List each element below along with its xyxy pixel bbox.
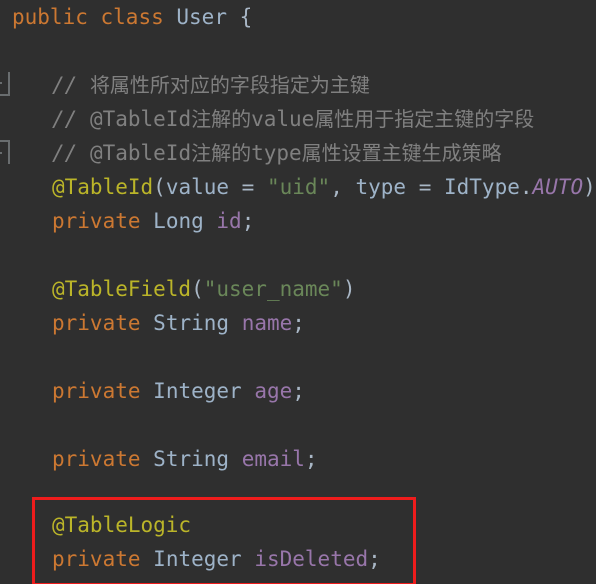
- code-line[interactable]: private Integer isDeleted;: [0, 542, 381, 576]
- code-line[interactable]: private String email;: [0, 442, 318, 476]
- code-token: ): [583, 175, 596, 199]
- code-token: 将属性所对应的字段指定为主键: [89, 73, 370, 97]
- code-token: type: [355, 175, 407, 199]
- code-token: String: [153, 311, 230, 335]
- code-token: ,: [330, 175, 356, 199]
- code-line[interactable]: @TableLogic: [0, 508, 191, 542]
- code-token: Integer: [153, 547, 242, 571]
- code-line[interactable]: // @TableId注解的value属性用于指定主键的字段: [0, 102, 534, 136]
- code-token: @TableField: [52, 277, 192, 301]
- code-token: //: [52, 141, 90, 165]
- code-token: 注解的: [191, 107, 252, 131]
- code-token: private: [52, 447, 141, 471]
- code-token: value: [165, 175, 230, 199]
- code-token: //: [52, 107, 90, 131]
- code-token: value: [251, 107, 315, 131]
- code-token: Long: [153, 209, 204, 233]
- code-token: @TableId: [52, 175, 154, 199]
- code-token: ;: [292, 311, 305, 335]
- code-token: //: [52, 73, 90, 97]
- code-token: @TableId: [89, 107, 192, 131]
- code-token: private: [52, 209, 141, 233]
- code-token: ;: [304, 447, 318, 471]
- code-token: String: [153, 447, 230, 471]
- code-token: email: [241, 447, 305, 471]
- code-token: type: [251, 141, 302, 165]
- code-token: 属性设置主键生成策略: [301, 141, 502, 165]
- code-token: AUTO: [532, 175, 584, 199]
- code-token: "user_name": [203, 277, 343, 301]
- code-token: {: [239, 5, 253, 29]
- code-line[interactable]: private String name;: [0, 306, 305, 340]
- code-token: private: [52, 311, 141, 335]
- code-token: ;: [292, 379, 305, 403]
- code-content[interactable]: public class User {// 将属性所对应的字段指定为主键// @…: [0, 0, 596, 584]
- code-line[interactable]: @TableId(value = "uid", type = IdType.AU…: [0, 170, 596, 204]
- code-token: ;: [241, 209, 255, 233]
- code-token: name: [241, 311, 293, 335]
- code-token: User: [176, 5, 227, 29]
- code-token: id: [216, 209, 242, 233]
- code-token: private: [52, 547, 141, 571]
- code-token: public: [12, 5, 88, 29]
- code-token: class: [100, 5, 164, 29]
- code-token: IdType: [444, 175, 520, 199]
- code-line[interactable]: // 将属性所对应的字段指定为主键: [0, 68, 370, 102]
- code-token: =: [229, 175, 267, 199]
- code-token: (: [191, 277, 204, 301]
- code-token: .: [519, 175, 533, 199]
- code-token: =: [406, 175, 444, 199]
- code-token: @TableId: [89, 141, 192, 165]
- code-token: 注解的: [191, 141, 252, 165]
- code-line[interactable]: @TableField("user_name"): [0, 272, 355, 306]
- code-token: "uid": [266, 175, 331, 199]
- code-token: age: [254, 379, 293, 403]
- code-token: @TableLogic: [52, 513, 192, 537]
- code-line[interactable]: private Long id;: [0, 204, 254, 238]
- code-line[interactable]: // @TableId注解的type属性设置主键生成策略: [0, 136, 502, 170]
- code-token: (: [153, 175, 166, 199]
- code-token: ): [342, 277, 356, 301]
- code-token: ;: [368, 547, 381, 571]
- code-editor-screenshot: public class User {// 将属性所对应的字段指定为主键// @…: [0, 0, 596, 584]
- code-line[interactable]: private Integer age;: [0, 374, 305, 408]
- code-line[interactable]: public class User {: [0, 0, 252, 34]
- code-token: private: [52, 379, 141, 403]
- code-token: isDeleted: [254, 547, 369, 571]
- code-token: Integer: [153, 379, 242, 403]
- code-token: 属性用于指定主键的字段: [314, 107, 535, 131]
